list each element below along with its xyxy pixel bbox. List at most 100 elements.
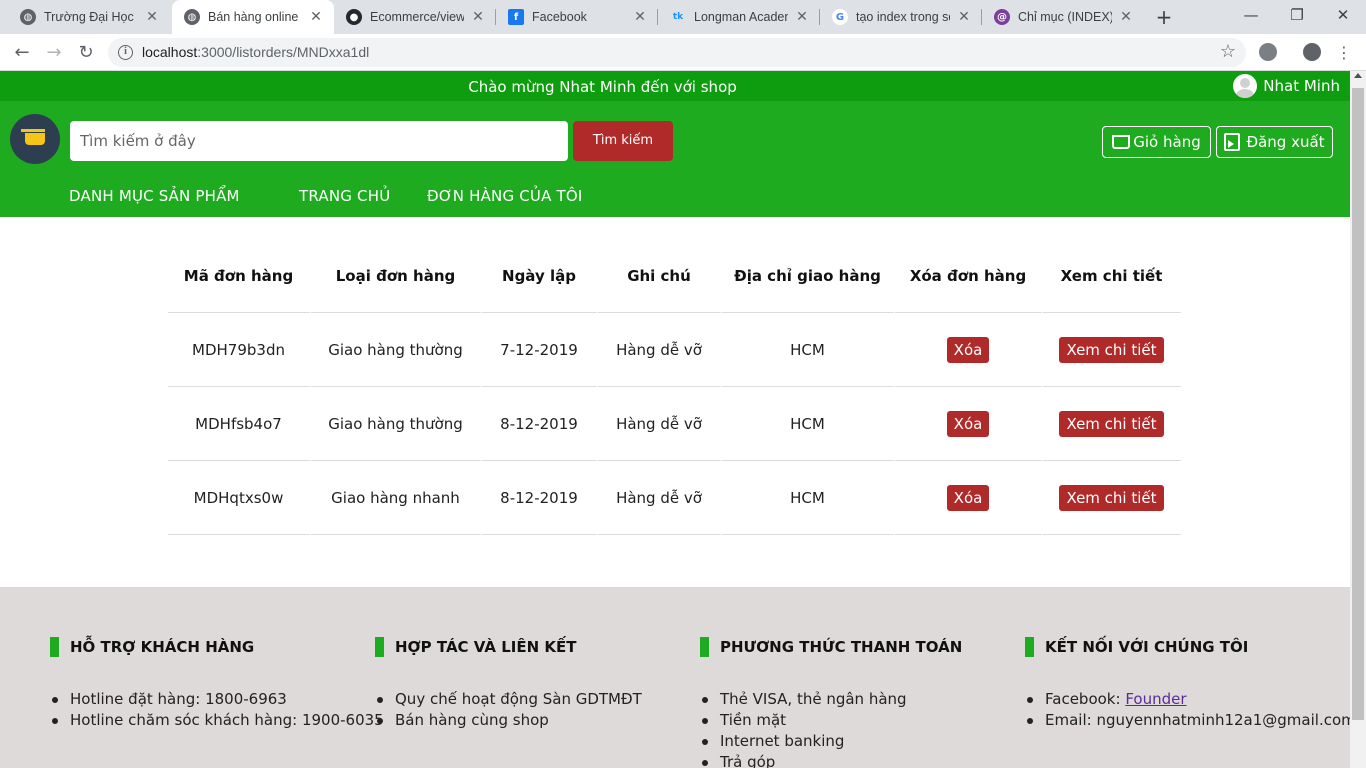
search-button[interactable]: Tìm kiếm — [573, 121, 673, 161]
scrollbar-thumb[interactable] — [1352, 88, 1364, 720]
browser-tab[interactable]: tk Longman Academ ✕ — [658, 0, 820, 34]
welcome-message: Chào mừng Nhat Minh đến với shop — [468, 78, 737, 96]
close-tab-icon[interactable]: ✕ — [144, 9, 160, 25]
list-item[interactable]: Bán hàng cùng shop — [375, 710, 705, 731]
view-detail-button[interactable]: Xem chi tiết — [1059, 410, 1164, 437]
delete-order-button[interactable]: Xóa — [946, 484, 990, 511]
cart-button-label: Giỏ hàng — [1133, 133, 1201, 151]
close-tab-icon[interactable]: ✕ — [1118, 9, 1134, 25]
user-menu[interactable]: Nhat Minh — [1233, 74, 1340, 98]
column-header: Xóa đơn hàng — [895, 239, 1043, 313]
facebook-icon: f — [508, 9, 524, 25]
nav-my-orders[interactable]: ĐƠN HÀNG CỦA TÔI — [427, 187, 583, 205]
footer-list: Thẻ VISA, thẻ ngân hàng Tiền mặt Interne… — [700, 689, 1030, 768]
url-text[interactable]: localhost:3000/listorders/MNDxxa1dl — [142, 44, 369, 60]
browser-tab[interactable]: G tạo index trong sq ✕ — [820, 0, 982, 34]
footer-heading-text: PHƯƠNG THỨC THANH TOÁN — [720, 638, 963, 656]
tab-title: Chỉ mục (INDEX) tr — [1018, 10, 1112, 24]
site-footer: HỖ TRỢ KHÁCH HÀNG Hotline đặt hàng: 1800… — [0, 587, 1350, 768]
search-input[interactable] — [70, 121, 568, 161]
tab-title: Longman Academ — [694, 10, 788, 24]
profile-icon[interactable] — [1303, 43, 1321, 61]
table-row: MDHqtxs0w Giao hàng nhanh 8-12-2019 Hàng… — [168, 461, 1182, 535]
tab-title: tạo index trong sq — [856, 10, 950, 24]
list-item: Hotline chăm sóc khách hàng: 1900-6035 — [50, 710, 384, 731]
view-detail-button[interactable]: Xem chi tiết — [1059, 484, 1164, 511]
close-tab-icon[interactable]: ✕ — [470, 9, 486, 25]
delete-cell: Xóa — [895, 461, 1043, 535]
browser-tab[interactable]: @ Chỉ mục (INDEX) tr ✕ — [982, 0, 1144, 34]
back-arrow-icon[interactable]: ← — [9, 40, 35, 66]
list-item: Trả góp — [700, 752, 1030, 768]
detail-cell: Xem chi tiết — [1043, 461, 1182, 535]
cart-logo-icon — [21, 129, 45, 145]
footer-heading: KẾT NỐI VỚI CHÚNG TÔI — [1025, 637, 1248, 657]
order-note: Hàng dễ vỡ — [598, 461, 722, 535]
order-address: HCM — [722, 313, 895, 387]
table-header-row: Mã đơn hàng Loại đơn hàng Ngày lập Ghi c… — [168, 239, 1182, 313]
browser-tab[interactable]: f Facebook ✕ — [496, 0, 658, 34]
browser-tab-active[interactable]: ◍ Bán hàng online ✕ — [172, 0, 334, 34]
detail-cell: Xem chi tiết — [1043, 387, 1182, 461]
browser-tab[interactable]: ● Ecommerce/views ✕ — [334, 0, 496, 34]
delete-cell: Xóa — [895, 387, 1043, 461]
footer-connect: KẾT NỐI VỚI CHÚNG TÔI Facebook: Founder … — [1025, 637, 1350, 729]
close-tab-icon[interactable]: ✕ — [794, 9, 810, 25]
shop-logo[interactable] — [10, 114, 60, 164]
order-date: 8-12-2019 — [482, 461, 598, 535]
bookmark-star-icon[interactable]: ☆ — [1220, 41, 1236, 62]
footer-heading-text: KẾT NỐI VỚI CHÚNG TÔI — [1045, 638, 1249, 656]
menu-kebab-icon[interactable]: ⋮ — [1331, 40, 1357, 66]
logout-button[interactable]: Đăng xuất — [1216, 126, 1333, 158]
column-header: Ghi chú — [598, 239, 722, 313]
footer-list: Quy chế hoạt động Sàn GDTMĐT Bán hàng cù… — [375, 689, 705, 731]
address-bar[interactable]: i localhost:3000/listorders/MNDxxa1dl ☆ — [108, 38, 1246, 67]
detail-cell: Xem chi tiết — [1043, 313, 1182, 387]
browser-tab[interactable]: ◍ Trường Đại Học Bá ✕ — [8, 0, 170, 34]
forward-arrow-icon[interactable]: → — [41, 40, 67, 66]
list-item: Email: nguyennhatminh12a1@gmail.com — [1025, 710, 1350, 731]
minimize-icon[interactable]: — — [1228, 0, 1274, 32]
nav-categories[interactable]: DANH MỤC SẢN PHẨM — [69, 187, 240, 205]
scroll-up-arrow-icon[interactable] — [1354, 73, 1362, 78]
footer-list: Hotline đặt hàng: 1800-6963 Hotline chăm… — [50, 689, 384, 731]
new-tab-plus-icon[interactable]: + — [1152, 5, 1176, 29]
logout-button-label: Đăng xuất — [1246, 133, 1325, 151]
info-icon[interactable]: i — [118, 45, 133, 60]
delete-order-button[interactable]: Xóa — [946, 336, 990, 363]
delete-order-button[interactable]: Xóa — [946, 410, 990, 437]
username: Nhat Minh — [1263, 77, 1340, 95]
list-item: Tiền mặt — [700, 710, 1030, 731]
footer-heading: HỢP TÁC VÀ LIÊN KẾT — [375, 637, 576, 657]
list-item: Internet banking — [700, 731, 1030, 752]
cart-button[interactable]: Giỏ hàng — [1102, 126, 1211, 158]
globe-icon: ◍ — [20, 9, 36, 25]
nav-home[interactable]: TRANG CHỦ — [299, 187, 390, 205]
close-tab-icon[interactable]: ✕ — [632, 9, 648, 25]
order-id: MDHqtxs0w — [168, 461, 311, 535]
footer-heading-text: HỢP TÁC VÀ LIÊN KẾT — [395, 638, 577, 656]
footer-payment: PHƯƠNG THỨC THANH TOÁN Thẻ VISA, thẻ ngâ… — [700, 637, 962, 768]
reload-icon[interactable]: ↻ — [73, 40, 99, 66]
order-address: HCM — [722, 387, 895, 461]
order-address: HCM — [722, 461, 895, 535]
footer-heading: PHƯƠNG THỨC THANH TOÁN — [700, 637, 962, 657]
footer-heading-text: HỖ TRỢ KHÁCH HÀNG — [70, 638, 255, 656]
google-icon: G — [832, 9, 848, 25]
footer-list: Facebook: Founder Email: nguyennhatminh1… — [1025, 689, 1350, 731]
restore-icon[interactable]: ❐ — [1274, 0, 1320, 32]
view-detail-button[interactable]: Xem chi tiết — [1059, 336, 1164, 363]
heading-accent-bar — [50, 637, 59, 657]
page-scrollbar[interactable] — [1350, 71, 1366, 768]
close-tab-icon[interactable]: ✕ — [956, 9, 972, 25]
close-tab-icon[interactable]: ✕ — [308, 9, 324, 25]
founder-link[interactable]: Founder — [1125, 690, 1186, 708]
list-item[interactable]: Quy chế hoạt động Sàn GDTMĐT — [375, 689, 705, 710]
cart-icon — [1112, 135, 1131, 149]
extension-icon[interactable] — [1259, 43, 1277, 61]
footer-heading: HỖ TRỢ KHÁCH HÀNG — [50, 637, 254, 657]
close-window-icon[interactable]: ✕ — [1320, 0, 1366, 32]
tab-title: Ecommerce/views — [370, 10, 464, 24]
globe-icon: ◍ — [184, 9, 200, 25]
column-header: Địa chỉ giao hàng — [722, 239, 895, 313]
